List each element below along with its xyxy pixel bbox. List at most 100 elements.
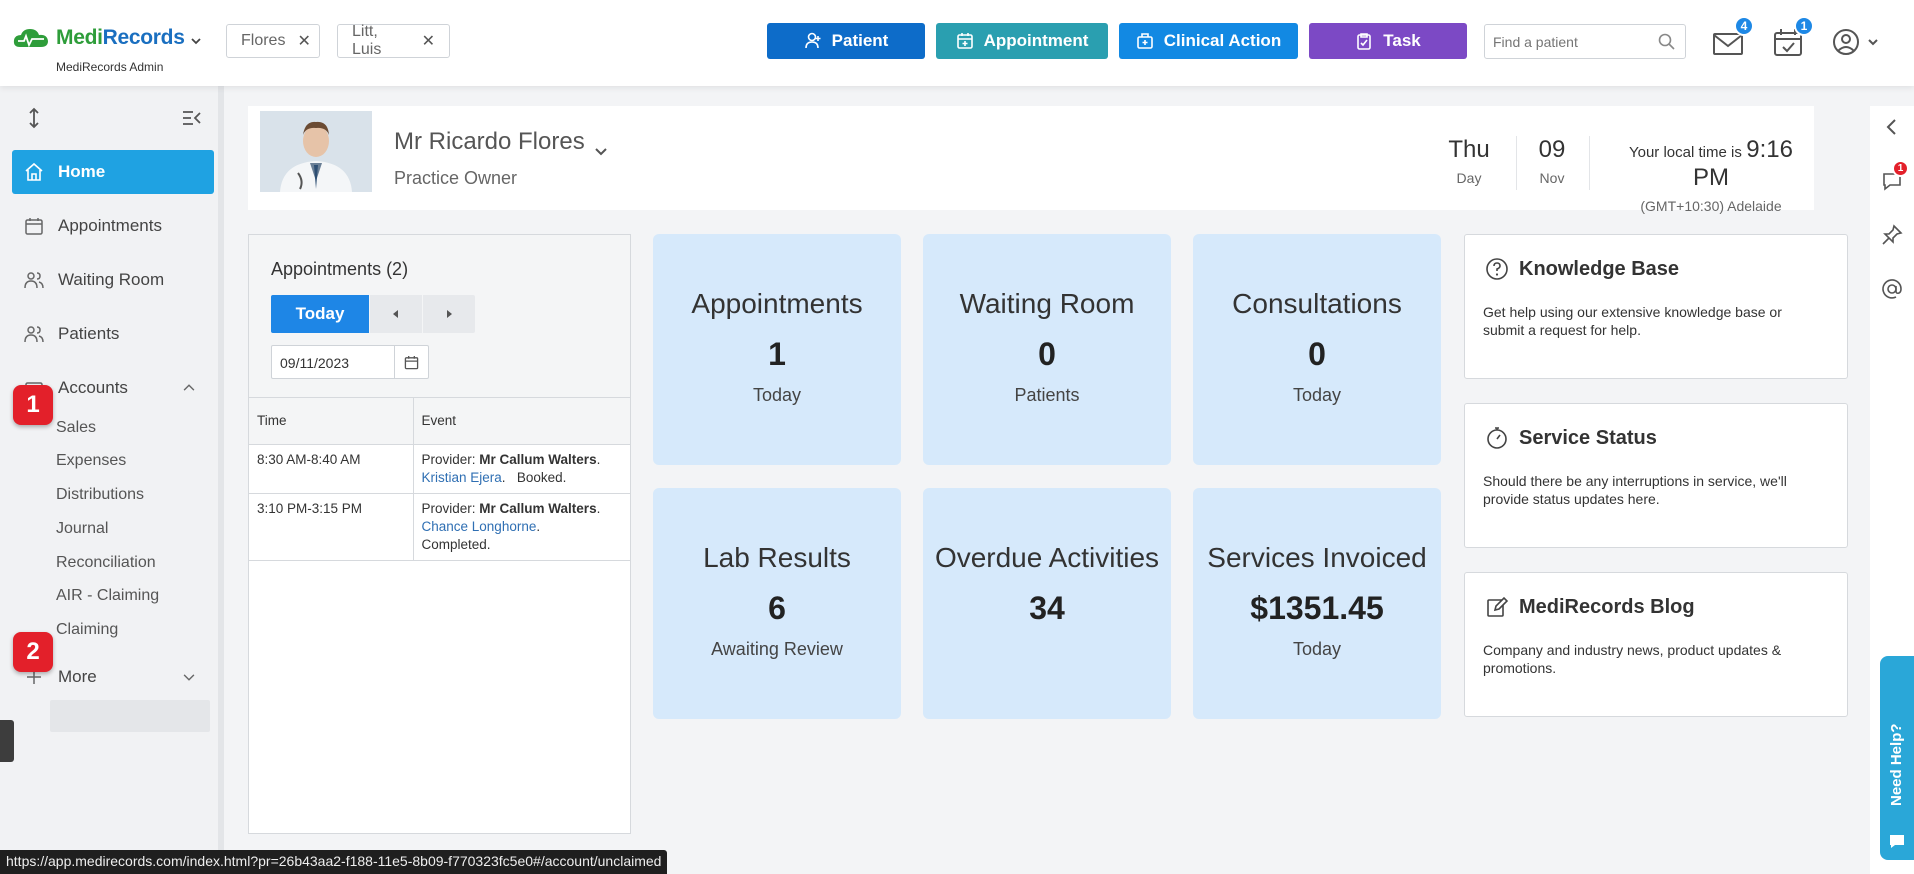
month-label: Nov (1539, 170, 1565, 186)
tile-subtitle: Awaiting Review (711, 639, 843, 659)
appointments-panel: Appointments (2) Today 09/11/2023 Time E… (248, 234, 631, 834)
sidebar-subitem-expenses[interactable]: Expenses (56, 452, 126, 470)
patient-link[interactable]: Kristian Ejera (422, 470, 502, 485)
patient-chip-litt[interactable]: Litt, Luis ✕ (337, 23, 450, 58)
card-title: MediRecords Blog (1519, 595, 1695, 618)
tile-title: Services Invoiced (1207, 542, 1427, 573)
sidebar-subitem-reconciliation[interactable]: Reconciliation (56, 554, 156, 572)
edit-document-icon (1487, 596, 1509, 617)
expand-vertical-icon[interactable] (22, 106, 46, 130)
patient-search[interactable] (1484, 24, 1686, 59)
day-cell: Thu Day (1444, 136, 1494, 186)
clinical-action-button[interactable]: Clinical Action (1119, 23, 1298, 59)
search-input[interactable] (1485, 25, 1645, 58)
local-time-cell: Your local time is 9:16 PM (GMT+10:30) A… (1608, 136, 1814, 214)
tile-title: Waiting Room (959, 288, 1135, 319)
users-icon (24, 326, 44, 343)
blog-card[interactable]: MediRecords Blog Company and industry ne… (1464, 572, 1848, 717)
profile-name[interactable]: Mr Ricardo Flores (394, 128, 585, 156)
new-appointment-button[interactable]: Appointment (936, 23, 1108, 59)
date-value: 09/11/2023 (280, 355, 350, 371)
card-title: Knowledge Base (1519, 257, 1680, 280)
chevron-left-icon[interactable] (1881, 116, 1903, 138)
pin-icon[interactable] (1881, 224, 1903, 246)
clipboard-icon (1357, 33, 1372, 50)
tile-title: Overdue Activities (934, 542, 1160, 573)
chevron-up-icon[interactable] (182, 381, 196, 395)
divider (1516, 136, 1517, 190)
tile-services-invoiced[interactable]: Services Invoiced $1351.45 Today (1193, 488, 1441, 719)
sidebar-item-label: Appointments (58, 216, 162, 235)
calendar-icon[interactable] (394, 346, 428, 378)
home-icon (25, 162, 43, 181)
next-day-button[interactable] (423, 295, 475, 333)
time-prefix: Your local time is (1628, 144, 1742, 161)
sidebar-item-patients[interactable]: Patients (12, 312, 214, 356)
question-circle-icon (1486, 258, 1508, 280)
table-row[interactable]: 3:10 PM-3:15 PM Provider: Mr Callum Walt… (249, 493, 630, 561)
sidebar-item-home[interactable]: Home (12, 150, 214, 194)
user-menu-button[interactable] (1831, 26, 1887, 58)
tasks-button[interactable]: 1 (1771, 16, 1814, 58)
sidebar-item-label: Patients (58, 324, 120, 343)
patient-link[interactable]: Chance Longhorne (422, 519, 537, 534)
search-icon[interactable] (1658, 33, 1675, 50)
new-patient-button[interactable]: Patient (767, 23, 925, 59)
provider-name: Mr Callum Walters (479, 500, 597, 516)
close-icon[interactable]: ✕ (422, 31, 435, 51)
sidebar-subitem-sales[interactable]: Sales (56, 419, 96, 437)
mail-button[interactable]: 4 (1711, 16, 1754, 58)
new-task-button[interactable]: Task (1309, 23, 1467, 59)
tile-overdue-activities[interactable]: Overdue Activities 34 (923, 488, 1171, 719)
tile-subtitle: Today (752, 385, 802, 405)
chat-count-badge: 1 (1892, 160, 1909, 177)
account-switch-chevron-icon[interactable] (190, 34, 202, 46)
service-status-card[interactable]: Service Status Should there be any inter… (1464, 403, 1848, 548)
tile-value: 6 (768, 590, 786, 626)
tile-subtitle: Today (1292, 385, 1342, 405)
date-field[interactable]: 09/11/2023 (271, 345, 429, 379)
need-help-tab[interactable]: Need Help? (1880, 656, 1914, 860)
tile-lab-results[interactable]: Lab Results 6 Awaiting Review (653, 488, 901, 719)
appointments-panel-header: Appointments (2) Today 09/11/2023 (249, 235, 630, 398)
sidebar-item-waiting-room[interactable]: Waiting Room (12, 258, 214, 302)
chip-label: Litt, Luis (352, 23, 382, 58)
device-tab-icon[interactable] (0, 720, 14, 762)
tile-appointments[interactable]: Appointments 1 Today (653, 234, 901, 465)
today-button[interactable]: Today (271, 295, 369, 333)
provider-name: Mr Callum Walters (479, 451, 597, 467)
tile-consultations[interactable]: Consultations 0 Today (1193, 234, 1441, 465)
sidebar-item-appointments[interactable]: Appointments (12, 204, 214, 248)
patient-chip-flores[interactable]: Flores ✕ (226, 24, 320, 58)
sidebar-subitem-air-claiming[interactable]: AIR - Claiming (56, 587, 159, 605)
chevron-down-icon[interactable] (594, 144, 608, 158)
divider (1589, 136, 1590, 190)
card-body: Should there be any interruptions in ser… (1483, 473, 1787, 507)
cloud-logo-icon (12, 27, 50, 49)
tile-waiting-room[interactable]: Waiting Room 0 Patients (923, 234, 1171, 465)
at-sign-icon[interactable] (1881, 278, 1903, 300)
brand-subtitle: MediRecords Admin (56, 60, 164, 74)
sidebar-subitem-claiming[interactable]: Claiming (56, 621, 118, 639)
card-title: Service Status (1519, 426, 1657, 449)
knowledge-base-card[interactable]: Knowledge Base Get help using our extens… (1464, 234, 1848, 379)
profile-header: Mr Ricardo Flores Practice Owner Thu Day… (248, 106, 1814, 214)
sidebar-subitem-distributions[interactable]: Distributions (56, 486, 144, 504)
close-icon[interactable]: ✕ (297, 31, 310, 51)
table-row[interactable]: 8:30 AM-8:40 AM Provider: Mr Callum Walt… (249, 444, 630, 494)
sidebar-item-label: Home (58, 162, 106, 181)
tile-title: Appointments (691, 288, 863, 319)
tile-value: 0 (1308, 336, 1326, 372)
collapse-sidebar-icon[interactable] (180, 106, 204, 130)
previous-day-button[interactable] (370, 295, 422, 333)
need-help-label: Need Help? (1888, 723, 1905, 806)
button-label: Clinical Action (1163, 31, 1282, 50)
appointment-event: Provider: Mr Callum Walters. Kristian Eje… (413, 444, 630, 494)
calendar-plus-icon (956, 33, 973, 49)
day-label: Day (1456, 170, 1482, 186)
chevron-down-icon[interactable] (182, 670, 196, 684)
brand-logo[interactable]: MediRecords (12, 26, 185, 50)
sidebar-subitem-journal[interactable]: Journal (56, 520, 108, 538)
sidebar: Home Appointments Waiting Room Patients … (0, 86, 224, 874)
appointment-time: 3:10 PM-3:15 PM (249, 493, 414, 561)
